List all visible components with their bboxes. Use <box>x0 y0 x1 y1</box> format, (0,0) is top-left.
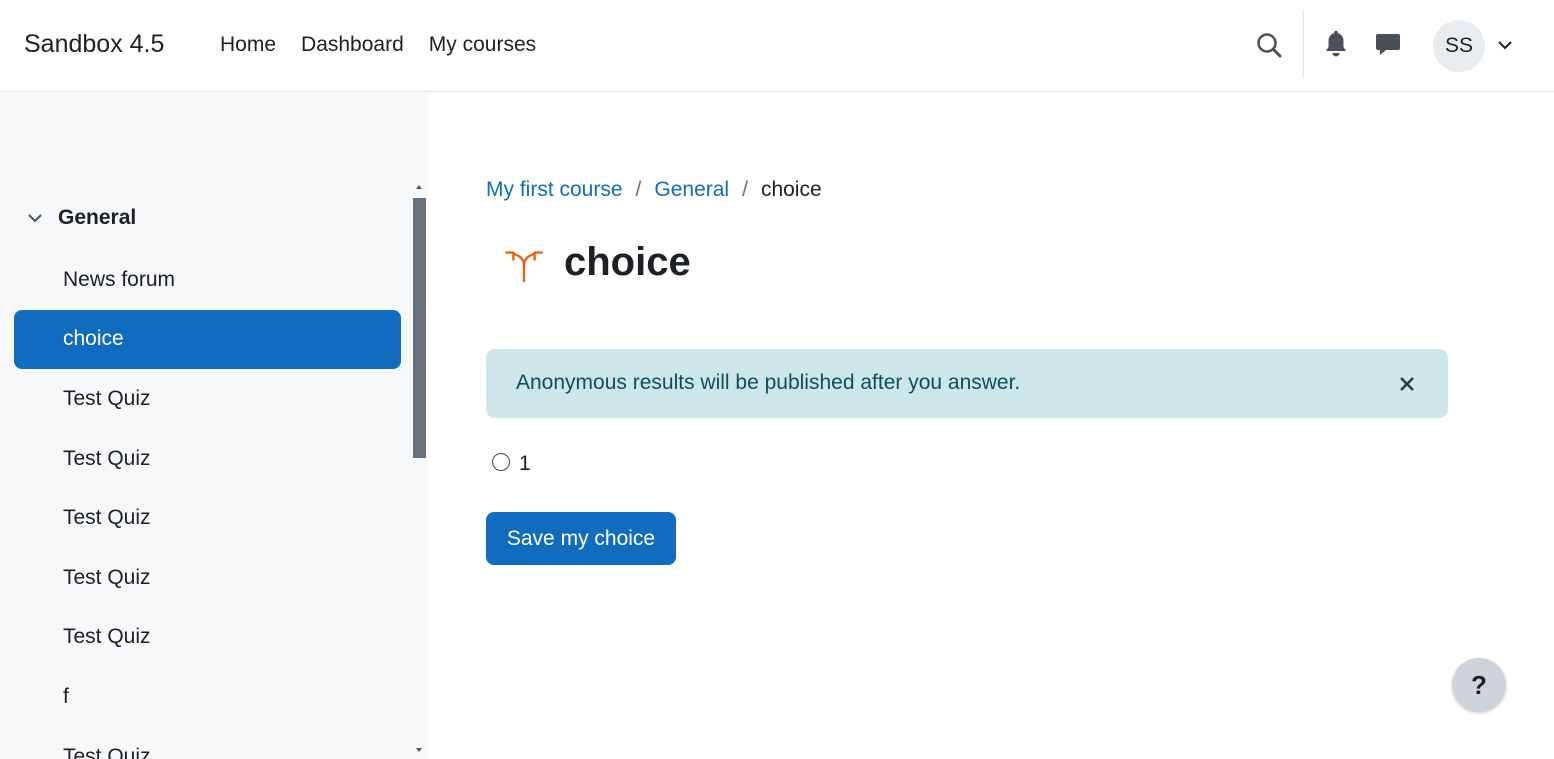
bell-icon[interactable] <box>1322 30 1350 60</box>
info-alert: Anonymous results will be published afte… <box>486 349 1448 418</box>
primary-navigation: Home Dashboard My courses <box>220 33 561 57</box>
top-navbar: Sandbox 4.5 Home Dashboard My courses SS <box>0 0 1554 92</box>
course-index-item[interactable]: Test Quiz <box>14 429 401 489</box>
choice-split-arrow-icon <box>505 250 543 282</box>
choice-option: 1 <box>492 448 531 476</box>
page-title: choice <box>564 240 691 284</box>
scroll-up-arrow[interactable] <box>414 183 424 191</box>
breadcrumb-separator: / <box>635 178 642 201</box>
course-index-item-active[interactable]: choice <box>14 309 401 370</box>
close-icon[interactable] <box>1398 375 1416 393</box>
course-index-item[interactable]: Test Quiz <box>14 608 401 668</box>
course-index-item[interactable]: Test Quiz <box>14 727 401 759</box>
nav-my-courses-link[interactable]: My courses <box>429 33 536 57</box>
user-avatar[interactable]: SS <box>1433 20 1485 72</box>
alert-text: Anonymous results will be published afte… <box>516 371 1021 394</box>
help-button[interactable]: ? <box>1452 658 1506 712</box>
chevron-down-icon[interactable] <box>26 209 44 227</box>
breadcrumb-link-section[interactable]: General <box>654 178 729 202</box>
breadcrumb-current: choice <box>760 178 822 201</box>
course-section-general[interactable]: General <box>26 206 136 230</box>
chat-icon[interactable] <box>1374 30 1402 60</box>
choice-radio[interactable] <box>492 453 510 471</box>
search-icon[interactable] <box>1254 30 1286 62</box>
scroll-down-arrow[interactable] <box>414 746 424 754</box>
nav-divider <box>1303 10 1304 78</box>
choice-option-label[interactable]: 1 <box>519 452 531 476</box>
page-header: choice <box>502 240 691 285</box>
breadcrumb-link-course[interactable]: My first course <box>486 178 623 202</box>
section-title: General <box>58 206 137 229</box>
course-index-list: News forum choice Test Quiz Test Quiz Te… <box>14 250 401 759</box>
breadcrumb-separator: / <box>742 178 748 201</box>
course-index-drawer: General News forum choice Test Quiz Test… <box>0 92 428 759</box>
nav-home-link[interactable]: Home <box>220 33 276 57</box>
nav-dashboard-link[interactable]: Dashboard <box>301 33 404 57</box>
sidebar-scrollbar-thumb[interactable] <box>413 198 426 458</box>
course-index-item[interactable]: Test Quiz <box>14 369 401 429</box>
course-index-item[interactable]: Test Quiz <box>14 488 401 548</box>
chevron-down-icon[interactable] <box>1496 36 1514 54</box>
course-index-item[interactable]: f <box>14 667 401 727</box>
breadcrumb: My first course / General / choice <box>486 178 822 202</box>
save-choice-button[interactable]: Save my choice <box>486 512 676 565</box>
site-brand[interactable]: Sandbox 4.5 <box>24 30 164 59</box>
course-index-item[interactable]: News forum <box>14 250 401 310</box>
course-index-item[interactable]: Test Quiz <box>14 548 401 608</box>
